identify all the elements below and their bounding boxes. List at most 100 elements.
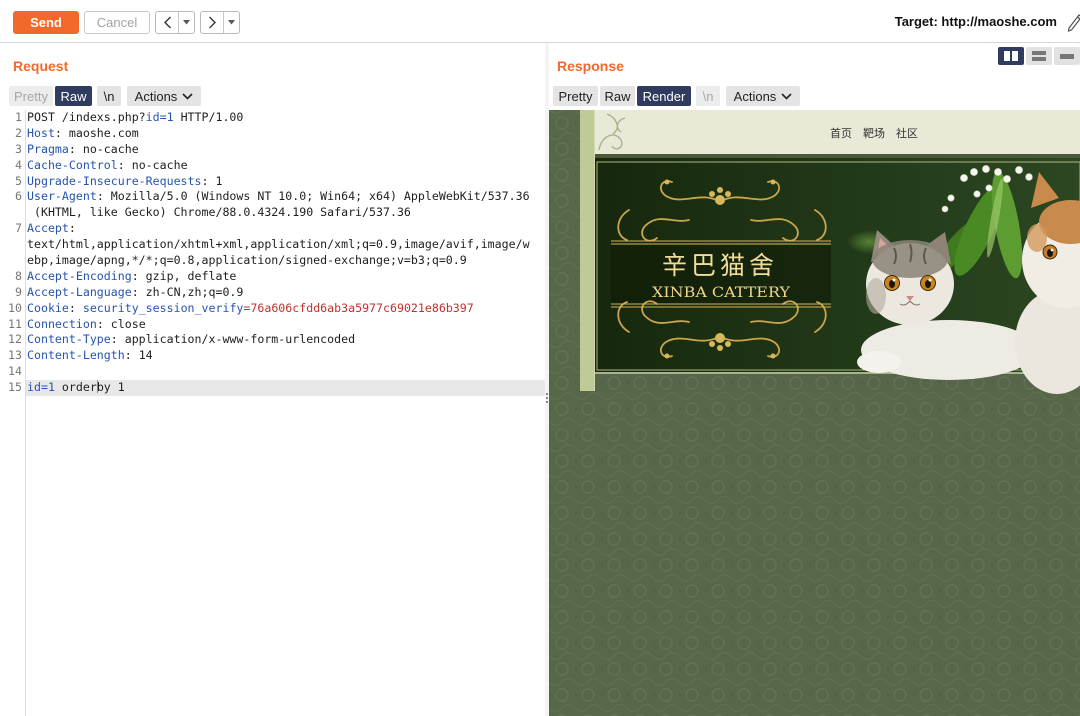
forward-button[interactable] (201, 12, 224, 33)
code-line[interactable]: 6 User-Agent: Mozilla/5.0 (Windows NT 10.… (0, 189, 545, 205)
history-back-group (155, 11, 195, 34)
request-editor[interactable]: 1 POST /indexs.php?id=1 HTTP/1.00 2 Host: m… (0, 110, 545, 716)
code-text[interactable]: ebp,image/apng,*/*;q=0.8,application/sig… (27, 253, 467, 269)
code-line-wrap[interactable]: ebp,image/apng,*/*;q=0.8,application/sig… (0, 253, 545, 269)
code-line[interactable]: 11 Connection: close (0, 317, 545, 333)
token-name: security_session_verify (82, 300, 244, 315)
tabs-icon (1060, 54, 1074, 59)
send-label: Send (30, 15, 62, 30)
line-number: 9 (15, 284, 22, 299)
response-tab-raw[interactable]: Raw (600, 86, 635, 106)
response-tab-render[interactable]: Render (637, 86, 691, 106)
token-text: : application/x-www-form-urlencoded (110, 332, 356, 347)
code-text[interactable]: Content-Type: application/x-www-form-url… (27, 332, 355, 348)
request-tab-newline[interactable]: \n (97, 86, 121, 106)
code-line[interactable]: 1 POST /indexs.php?id=1 HTTP/1.00 (0, 110, 545, 126)
token-name: Cookie (27, 300, 69, 315)
line-number: 2 (15, 125, 22, 140)
request-tab-raw[interactable]: Raw (55, 86, 92, 106)
code-line[interactable]: 7 Accept: (0, 221, 545, 237)
code-text[interactable]: Accept-Language: zh-CN,zh;q=0.9 (27, 285, 243, 301)
code-line[interactable]: 13 Content-Length: 14 (0, 348, 545, 364)
rendered-nav-home[interactable]: 首页 (830, 125, 852, 141)
request-lines[interactable]: 1 POST /indexs.php?id=1 HTTP/1.00 2 Host: m… (0, 110, 545, 397)
code-text[interactable]: Accept: (27, 221, 76, 237)
code-text[interactable]: Host: maoshe.com (27, 126, 139, 142)
response-tab-pretty[interactable]: Pretty (553, 86, 598, 106)
token-name: id=1 (27, 380, 55, 395)
line-number: 11 (8, 316, 22, 331)
rendered-nav-community[interactable]: 社区 (896, 125, 918, 141)
token-text: : close (96, 316, 146, 331)
layout-top-bottom-button[interactable] (1026, 47, 1052, 65)
edit-target-button[interactable] (1066, 12, 1080, 37)
tab-label: \n (103, 88, 115, 104)
line-number: 1 (15, 110, 22, 124)
line-number: 12 (8, 332, 22, 347)
cancel-button[interactable]: Cancel (84, 11, 150, 34)
code-line[interactable]: 15 id=1 orderby 1 (0, 380, 545, 397)
tab-label: Pretty (14, 88, 48, 104)
code-line-wrap[interactable]: (KHTML, like Gecko) Chrome/88.0.4324.190… (0, 205, 545, 221)
target-label: Target: http://maoshe.com (894, 14, 1057, 29)
response-actions-button[interactable]: Actions (726, 86, 800, 106)
line-number: 5 (15, 173, 22, 188)
request-actions-button[interactable]: Actions (127, 86, 201, 106)
tab-label: Pretty (558, 88, 593, 104)
code-line[interactable]: 10 Cookie: security_session_verify=76a606… (0, 301, 545, 317)
code-text[interactable]: POST /indexs.php?id=1 HTTP/1.00 (27, 110, 243, 126)
code-line[interactable]: 14 (0, 364, 545, 380)
code-line[interactable]: 8 Accept-Encoding: gzip, deflate (0, 269, 545, 285)
send-button[interactable]: Send (13, 11, 79, 34)
token-text: POST /indexs.php? (27, 110, 146, 124)
repeater-toolbar: Send Cancel Target: http://maoshe.com (0, 0, 1080, 43)
caret-down-icon (228, 20, 235, 25)
token-text: : (68, 300, 83, 315)
code-text[interactable]: Pragma: no-cache (27, 142, 139, 158)
code-text[interactable]: Cache-Control: no-cache (27, 158, 188, 174)
caret-down-icon (183, 20, 190, 25)
line-number: 15 (8, 380, 22, 395)
code-line[interactable]: 2 Host: maoshe.com (0, 126, 545, 142)
token-name: Content-Length (27, 348, 125, 363)
token-name: id=1 (145, 110, 174, 124)
back-button[interactable] (156, 12, 179, 33)
line-number: 13 (8, 348, 22, 363)
layout-tabs-button[interactable] (1054, 47, 1080, 65)
code-text[interactable]: id=1 orderby 1 (27, 380, 125, 396)
code-line[interactable]: 5 Upgrade-Insecure-Requests: 1 (0, 174, 545, 190)
forward-history-menu-button[interactable] (224, 12, 239, 33)
code-text[interactable]: (KHTML, like Gecko) Chrome/88.0.4324.190… (27, 205, 411, 221)
code-line[interactable]: 12 Content-Type: application/x-www-form-u… (0, 332, 545, 348)
tab-label: Raw (604, 88, 631, 104)
line-number: 4 (15, 157, 22, 172)
token-name: User-Agent (27, 189, 97, 204)
code-text[interactable]: User-Agent: Mozilla/5.0 (Windows NT 10.0… (27, 189, 530, 205)
code-text[interactable]: Content-Length: 14 (27, 348, 153, 364)
code-text[interactable]: Connection: close (27, 317, 146, 333)
token-text: : gzip, deflate (131, 268, 237, 283)
response-title: Response (557, 58, 624, 74)
code-line[interactable]: 3 Pragma: no-cache (0, 142, 545, 158)
token-text: : no-cache (117, 157, 188, 172)
code-line[interactable]: 4 Cache-Control: no-cache (0, 158, 545, 174)
rendered-page[interactable]: 辛巴猫舍 XINBA CATTERY 首页 靶场 社区 (549, 110, 1080, 716)
code-text[interactable]: Accept-Encoding: gzip, deflate (27, 269, 236, 285)
code-line[interactable]: 9 Accept-Language: zh-CN,zh;q=0.9 (0, 285, 545, 301)
code-text[interactable]: Upgrade-Insecure-Requests: 1 (27, 174, 222, 190)
token-text: ebp,image/apng,*/*;q=0.8,application/sig… (27, 253, 467, 268)
code-line-wrap[interactable]: text/html,application/xhtml+xml,applicat… (0, 237, 545, 253)
code-text[interactable]: text/html,application/xhtml+xml,applicat… (27, 237, 530, 253)
rendered-nav-range[interactable]: 靶场 (863, 125, 885, 141)
line-number: 8 (15, 268, 22, 283)
request-tab-pretty[interactable]: Pretty (9, 86, 53, 106)
back-history-menu-button[interactable] (179, 12, 194, 33)
token-name: Upgrade-Insecure-Requests (27, 173, 202, 188)
layout-side-by-side-button[interactable] (998, 47, 1024, 65)
code-text[interactable]: Cookie: security_session_verify=76a606cf… (27, 301, 474, 317)
pencil-icon (1067, 14, 1080, 32)
history-forward-group (200, 11, 240, 34)
tab-label: Raw (60, 88, 87, 104)
actions-label: Actions (134, 88, 178, 104)
splitter-grip-icon (546, 393, 548, 403)
